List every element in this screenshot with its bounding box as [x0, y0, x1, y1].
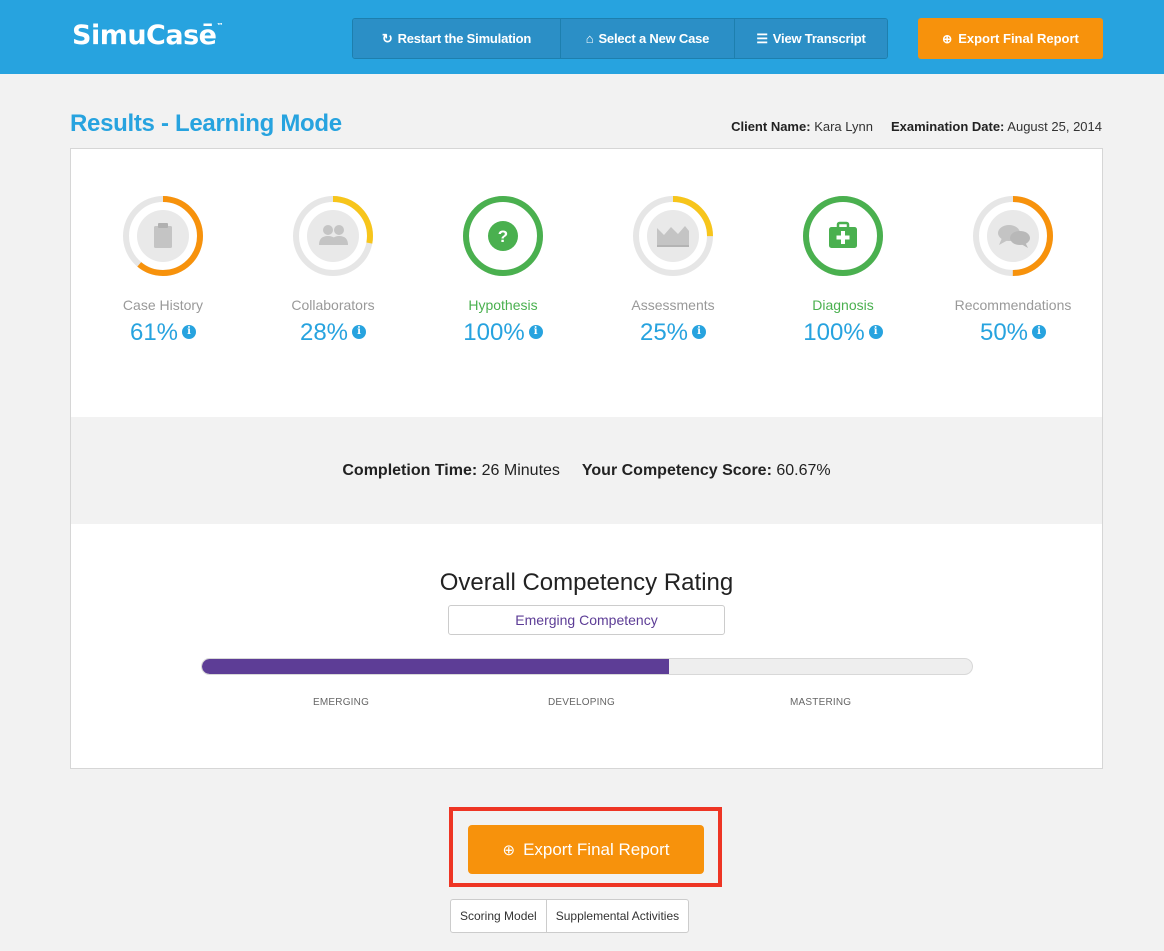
list-icon: ☰: [756, 30, 768, 46]
clipboard-icon: [154, 223, 172, 248]
nav-button-group: ↻ Restart the Simulation ⌂ Select a New …: [352, 18, 888, 59]
competency-score-value: 60.67%: [776, 462, 831, 479]
info-icon[interactable]: i: [352, 324, 367, 339]
case-history-progress-ring: [123, 196, 203, 276]
metric-diagnosis: Diagnosis 100% i: [758, 193, 928, 347]
competency-progress-fill: [202, 659, 670, 674]
collaborators-progress-ring: [293, 196, 373, 276]
metric-recommendations: Recommendations 50% i: [928, 193, 1098, 347]
client-info: Client Name: Kara Lynn Examination Date: …: [731, 119, 1102, 134]
info-icon[interactable]: i: [182, 324, 197, 339]
metric-assessments: Assessments 25% i: [588, 193, 758, 347]
client-name-label: Client Name:: [731, 119, 811, 134]
download-circle-icon: ⊕: [502, 841, 516, 859]
scoring-model-button[interactable]: Scoring Model: [451, 900, 547, 932]
metric-label: Assessments: [631, 297, 715, 313]
metric-label: Case History: [122, 297, 204, 313]
view-transcript-button[interactable]: ☰ View Transcript: [735, 19, 887, 58]
simucase-logo[interactable]: SimuCasē™: [72, 20, 223, 51]
metric-value: 25% i: [588, 319, 758, 347]
scale-label-mastering: MASTERING: [790, 697, 852, 708]
completion-time-label: Completion Time:: [342, 462, 478, 479]
recommendations-progress-ring: [973, 196, 1053, 276]
hypothesis-progress-ring: ?: [463, 196, 543, 276]
metric-label: Collaborators: [291, 297, 375, 313]
completion-time-value: 26 Minutes: [481, 462, 560, 479]
scale-label-emerging: EMERGING: [313, 697, 370, 708]
page-title: Results - Learning Mode: [70, 110, 342, 137]
metric-label: Diagnosis: [812, 297, 874, 313]
metric-value: 100% i: [418, 319, 588, 347]
home-icon: ⌂: [585, 31, 594, 46]
refresh-icon: ↻: [381, 30, 393, 46]
svg-text:?: ?: [498, 227, 508, 246]
scale-label-developing: DEVELOPING: [548, 697, 616, 708]
metric-hypothesis: ? Hypothesis 100% i: [418, 193, 588, 347]
competency-progress-bar: [201, 658, 973, 675]
rating-title: Overall Competency Rating: [439, 569, 734, 596]
export-final-report-label: Export Final Report: [523, 839, 670, 859]
examination-date-label: Examination Date:: [890, 119, 1005, 134]
examination-date-value: August 25, 2014: [1007, 119, 1102, 134]
supplemental-activities-button[interactable]: Supplemental Activities: [547, 900, 688, 932]
select-new-case-button[interactable]: ⌂ Select a New Case: [561, 19, 735, 58]
metric-value: 100% i: [758, 319, 928, 347]
competency-score-label: Your Competency Score:: [581, 462, 772, 479]
question-icon: ?: [488, 221, 518, 251]
competency-level-box: Emerging Competency: [448, 605, 725, 635]
metric-label: Recommendations: [954, 297, 1072, 313]
info-icon[interactable]: i: [1032, 324, 1047, 339]
restart-simulation-label: Restart the Simulation: [397, 31, 532, 46]
view-transcript-label: View Transcript: [772, 31, 866, 46]
metric-label: Hypothesis: [468, 297, 538, 313]
metric-value: 50% i: [928, 319, 1098, 347]
export-final-report-button[interactable]: ⊕ Export Final Report: [468, 825, 704, 874]
metric-case-history: Case History 61% i: [78, 193, 248, 347]
results-panel: Case History 61%i Collaborators 28%i ?: [70, 148, 1103, 769]
metric-collaborators: Collaborators 28% i: [248, 193, 418, 347]
select-new-case-label: Select a New Case: [598, 31, 710, 46]
info-icon[interactable]: i: [692, 324, 707, 339]
client-name-value: Kara Lynn: [814, 119, 873, 134]
export-final-report-label: Export Final Report: [958, 31, 1079, 46]
top-bar: SimuCasē™ ↻ Restart the Simulation ⌂ Sel…: [0, 0, 1164, 74]
info-icon[interactable]: i: [868, 324, 883, 339]
restart-simulation-button[interactable]: ↻ Restart the Simulation: [353, 19, 561, 58]
assessments-progress-ring: [633, 196, 713, 276]
metric-value: 61% i: [78, 319, 248, 347]
info-icon[interactable]: i: [528, 324, 543, 339]
footer-link-group: Scoring Model Supplemental Activities: [450, 899, 690, 933]
export-final-report-button-header[interactable]: ⊕ Export Final Report: [918, 18, 1103, 59]
metric-value: 28% i: [248, 319, 418, 347]
diagnosis-progress-ring: [803, 196, 883, 276]
stats-band: Completion Time: 26 Minutes Your Competen…: [71, 417, 1102, 524]
download-circle-icon: ⊕: [942, 31, 953, 46]
